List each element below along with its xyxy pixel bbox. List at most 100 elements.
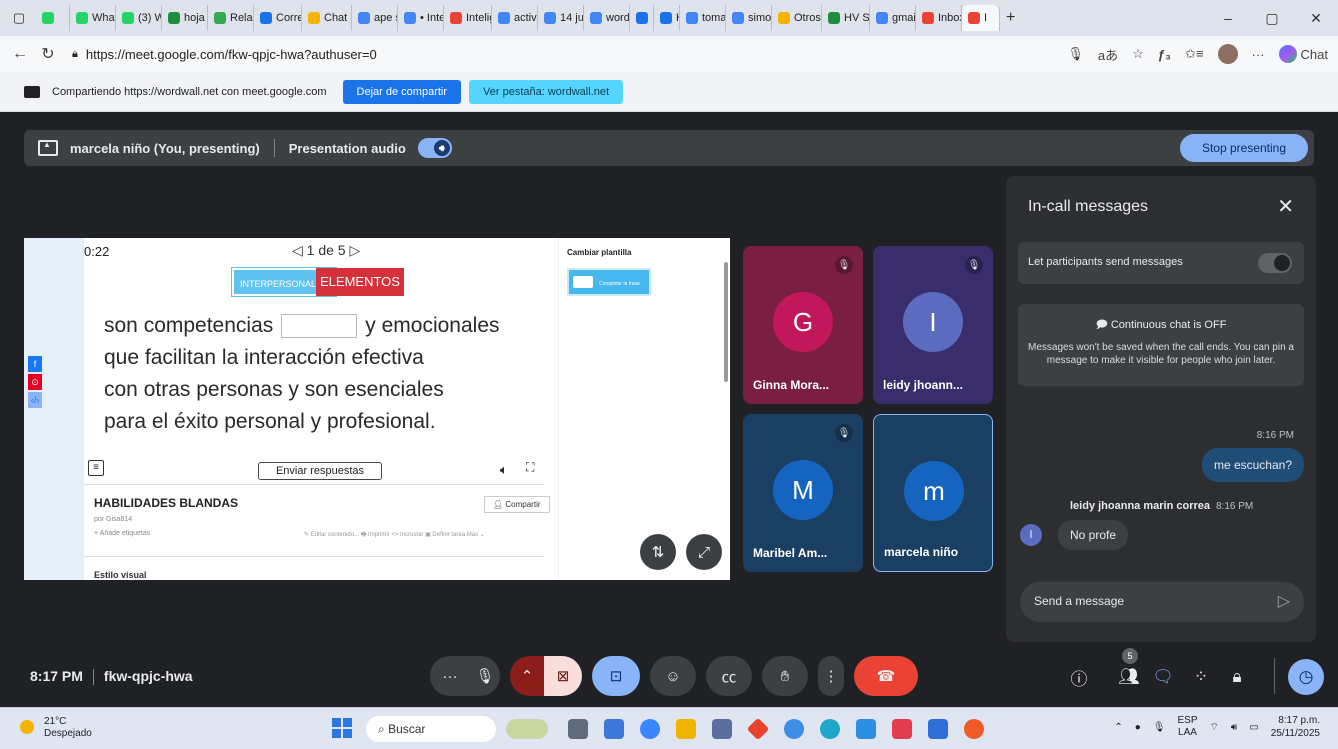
widget-icon[interactable]	[506, 719, 548, 739]
profile-avatar[interactable]	[1217, 44, 1238, 64]
own-message[interactable]: me escuchan?	[1201, 448, 1304, 482]
browser-tab[interactable]	[630, 5, 654, 31]
browser-tab[interactable]: ape s	[352, 5, 398, 31]
start-button[interactable]	[332, 718, 352, 738]
browser-tab[interactable]: Relac	[208, 5, 254, 31]
copilot-chat-button[interactable]: Chat	[1278, 45, 1328, 63]
mic-indicator-icon[interactable]: 🎙︎	[1067, 46, 1084, 62]
answer-tile[interactable]: ELEMENTOS	[316, 268, 404, 296]
presentation-audio-toggle[interactable]: 🔊︎	[417, 138, 452, 158]
add-tags-link[interactable]: + Añade etiquetas	[94, 530, 150, 537]
participant-tile[interactable]: G Ginna Mora... 🎙︎	[743, 246, 863, 404]
more-options-icon[interactable]: ⋮	[818, 656, 844, 696]
swap-layout-icon[interactable]: ⇅	[640, 534, 676, 570]
microphone-tray-icon[interactable]: 🎙︎	[1153, 722, 1166, 733]
chevron-up-icon[interactable]: ⌃	[1114, 722, 1122, 733]
reload-icon[interactable]: ↻	[34, 44, 62, 64]
meeting-details-icon[interactable]: ⓘ	[1064, 662, 1094, 692]
raise-hand-icon[interactable]: ✋︎	[762, 656, 808, 696]
app-icon[interactable]	[604, 719, 624, 739]
task-view-icon[interactable]	[568, 719, 588, 739]
browser-tab[interactable]: HV SI	[822, 5, 870, 31]
browser-tab[interactable]: I	[962, 5, 1000, 31]
present-now-icon[interactable]: ⊡	[592, 656, 640, 696]
browser-tab[interactable]: (3) W	[116, 5, 162, 31]
expand-icon[interactable]: ⤢	[686, 534, 722, 570]
scrollbar[interactable]	[724, 262, 728, 382]
participant-tile[interactable]: M Maribel Am... 🎙︎	[743, 414, 863, 572]
participant-tile[interactable]: Ileidy jhoann... 🎙︎	[873, 246, 993, 404]
stop-presenting-button[interactable]: Stop presenting	[1179, 134, 1308, 162]
store-icon[interactable]	[712, 719, 732, 739]
weather-widget[interactable]: 21°C Despejado	[20, 716, 92, 740]
url-field[interactable]: 🔒︎ https://meet.google.com/fkw-qpjc-hwa?…	[72, 47, 377, 62]
permission-toggle[interactable]	[1258, 253, 1292, 273]
minimize-icon[interactable]: –	[1206, 10, 1250, 26]
browser-tab[interactable]: Chat	[302, 5, 352, 31]
browser-tab[interactable]: H	[654, 5, 680, 31]
companion-mode-icon[interactable]: ◷	[1288, 659, 1324, 695]
activity-pager[interactable]: ◁ 1 de 5 ▷	[292, 242, 360, 259]
view-tab-button[interactable]: Ver pestaña: wordwall.net	[469, 79, 623, 104]
sound-icon[interactable]: 🔈︎	[500, 462, 508, 478]
reactions-icon[interactable]: ☺	[650, 656, 696, 696]
battery-icon[interactable]: ▭	[1249, 722, 1258, 733]
activity-actions[interactable]: ✎ Editar contenido... 🖶 Imprimir <> Incr…	[304, 530, 485, 540]
browser-tab[interactable]: toma	[680, 5, 726, 31]
camera-off-icon[interactable]: ⊠	[544, 656, 582, 696]
app-icon[interactable]	[746, 717, 770, 741]
browser-tab[interactable]: activi	[492, 5, 538, 31]
pinterest-icon[interactable]: ⊙	[28, 374, 42, 390]
favorite-star-icon[interactable]: ☆	[1132, 46, 1144, 62]
taskbar-search[interactable]: ⌕ Buscar	[366, 716, 496, 742]
favorites-icon[interactable]: ✩≡	[1185, 46, 1203, 62]
browser-tab[interactable]: 14 ju	[538, 5, 584, 31]
browser-tab[interactable]: • Inte	[398, 5, 444, 31]
more-menu-icon[interactable]: ···	[1252, 47, 1265, 62]
app-tray-icon[interactable]: ●	[1135, 722, 1141, 733]
submit-answers-button[interactable]: Enviar respuestas	[258, 462, 382, 480]
browser-tab[interactable]: Corre	[254, 5, 302, 31]
browser-tab[interactable]: Otros	[772, 5, 822, 31]
facebook-icon[interactable]: f	[28, 356, 42, 372]
clock[interactable]: 8:17 p.m. 25/11/2025	[1271, 714, 1320, 740]
browser-tab[interactable]: simo	[726, 5, 772, 31]
incoming-message[interactable]: No profe	[1058, 520, 1129, 550]
shared-screen[interactable]: f ⊙ ‹/› 0:22 ◁ 1 de 5 ▷ INTERPERSONALES …	[24, 238, 730, 580]
share-activity-button[interactable]: 👤︎ Compartir	[484, 496, 550, 513]
close-window-icon[interactable]: ✕	[1294, 10, 1338, 27]
app-icon[interactable]	[640, 719, 660, 739]
template-option[interactable]: Completar la frase	[567, 268, 651, 296]
video-options-icon[interactable]: ⌃	[510, 656, 544, 696]
chat-icon[interactable]: 🗨︎	[1148, 662, 1178, 692]
tab-actions-icon[interactable]: ▢	[8, 7, 30, 29]
captions-icon[interactable]: ㏄	[706, 656, 752, 696]
audio-options-icon[interactable]: ···	[430, 656, 470, 696]
answer-blank[interactable]	[281, 314, 358, 339]
browser-tab[interactable]: Intelig	[444, 5, 492, 31]
browser-tab[interactable]: Inbox	[916, 5, 962, 31]
send-icon[interactable]: ▷	[1278, 591, 1290, 611]
close-icon[interactable]: ✕	[1277, 194, 1294, 219]
browser-tab[interactable]: hoja c	[162, 5, 208, 31]
leave-call-icon[interactable]: ☎︎	[854, 656, 918, 696]
edge-icon[interactable]	[820, 719, 840, 739]
browser-tab[interactable]: gmai	[870, 5, 916, 31]
microphone-icon[interactable]: 🎙︎	[470, 656, 500, 696]
browser-tab[interactable]: word	[584, 5, 630, 31]
restore-icon[interactable]: ▢	[1250, 10, 1294, 27]
app-icon[interactable]	[892, 719, 912, 739]
host-controls-icon[interactable]: 🔒︎	[1222, 662, 1252, 692]
new-tab-icon[interactable]: +	[1006, 9, 1015, 27]
activity-menu-icon[interactable]: ≡	[88, 460, 104, 476]
embed-icon[interactable]: ‹/›	[28, 392, 42, 408]
extension-icon[interactable]: ƒ₃	[1158, 47, 1171, 62]
chrome-icon[interactable]	[784, 719, 804, 739]
read-aloud-icon[interactable]: aあ	[1098, 45, 1118, 64]
wifi-icon[interactable]: ⌔	[1210, 721, 1219, 734]
app-icon[interactable]	[856, 719, 876, 739]
app-icon[interactable]	[964, 719, 984, 739]
browser-tab[interactable]	[36, 5, 70, 31]
volume-icon[interactable]: 🔊︎	[1231, 722, 1237, 733]
message-input[interactable]: Send a message ▷	[1020, 582, 1304, 622]
